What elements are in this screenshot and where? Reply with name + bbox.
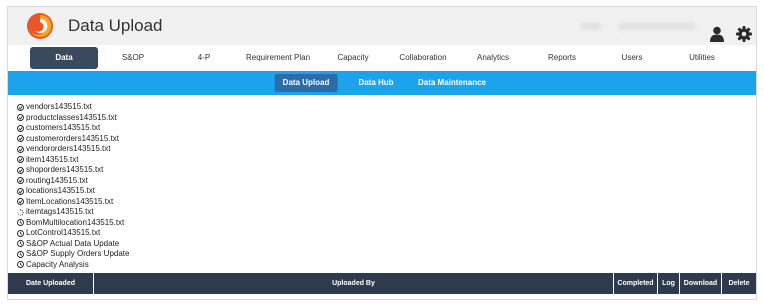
column-delete[interactable]: Delete (722, 273, 756, 294)
spinner-icon (17, 208, 24, 216)
file-name: Capacity Analysis (26, 259, 89, 269)
column-download[interactable]: Download (680, 273, 722, 294)
check-circle-icon (17, 198, 24, 206)
subnav-tab-data-hub[interactable]: Data Hub (358, 74, 393, 92)
file-list-item: vendororders143515.txt (17, 144, 129, 155)
file-name: ItemLocations143515.txt (26, 196, 114, 206)
column-uploaded-by[interactable]: Uploaded By (94, 273, 614, 294)
file-list-item: BomMultilocation143515.txt (17, 218, 129, 229)
redacted-username (618, 23, 696, 30)
check-circle-icon (17, 166, 24, 174)
clock-icon (17, 240, 24, 248)
nav-tab-sop[interactable]: S&OP (122, 47, 144, 69)
clock-icon (17, 219, 24, 227)
uploads-table-header: Date Uploaded Uploaded By Completed Log … (8, 273, 756, 294)
swirl-logo-icon (27, 13, 53, 39)
file-name: productclasses143515.txt (26, 112, 117, 122)
nav-tab-4p[interactable]: 4-P (198, 47, 210, 69)
nav-tab-data[interactable]: Data (30, 47, 98, 69)
page-title: Data Upload (68, 16, 163, 35)
file-list-item: routing143515.txt (17, 176, 129, 187)
file-list-item: productclasses143515.txt (17, 113, 129, 124)
file-name: S&OP Actual Data Update (26, 238, 120, 248)
nav-tab-requirement-plan[interactable]: Requirement Plan (246, 47, 310, 69)
file-list-item: itemtags143515.txt (17, 207, 129, 218)
nav-tab-analytics[interactable]: Analytics (477, 47, 509, 69)
file-name: customers143515.txt (26, 123, 101, 132)
file-list-item: shoporders143515.txt (17, 165, 129, 176)
file-name: BomMultilocation143515.txt (26, 217, 125, 227)
file-list-item: item143515.txt (17, 155, 129, 166)
file-name: customerorders143515.txt (26, 133, 119, 143)
file-list-item: S&OP Actual Data Update (17, 239, 129, 250)
file-name: item143515.txt (26, 154, 79, 164)
clock-icon (17, 250, 24, 258)
sub-nav: Data Upload Data Hub Data Maintenance (8, 71, 756, 95)
subnav-tab-data-upload[interactable]: Data Upload (274, 74, 338, 92)
file-list-item: vendors143515.txt (17, 102, 129, 113)
check-circle-icon (17, 103, 24, 111)
check-circle-icon (17, 177, 24, 185)
clock-icon (17, 229, 24, 237)
file-name: vendors143515.txt (26, 102, 92, 111)
file-list-item: customers143515.txt (17, 123, 129, 134)
file-name: shoporders143515.txt (26, 165, 104, 174)
nav-tab-collaboration[interactable]: Collaboration (399, 47, 446, 69)
user-icon[interactable] (710, 26, 724, 42)
nav-tab-capacity[interactable]: Capacity (337, 47, 368, 69)
file-name: itemtags143515.txt (26, 207, 94, 216)
upload-file-list: vendors143515.txt productclasses143515.tx… (17, 102, 129, 270)
nav-tab-reports[interactable]: Reports (548, 47, 576, 69)
check-circle-icon (17, 135, 24, 143)
file-list-item: customerorders143515.txt (17, 134, 129, 145)
file-name: routing143515.txt (26, 175, 88, 185)
file-list-item: S&OP Supply Orders Update (17, 249, 129, 260)
file-name: LotControl143515.txt (26, 228, 101, 237)
clock-icon (17, 261, 24, 269)
check-circle-icon (17, 114, 24, 122)
subnav-tab-data-maintenance[interactable]: Data Maintenance (418, 74, 486, 92)
file-name: vendororders143515.txt (26, 144, 111, 153)
file-list-item: ItemLocations143515.txt (17, 197, 129, 208)
check-circle-icon (17, 124, 24, 132)
nav-tab-users[interactable]: Users (622, 47, 643, 69)
app-header: Data Upload (8, 7, 756, 45)
check-circle-icon (17, 156, 24, 164)
file-list-item: Capacity Analysis (17, 260, 129, 271)
file-list-item: LotControl143515.txt (17, 228, 129, 239)
check-circle-icon (17, 187, 24, 195)
column-date-uploaded[interactable]: Date Uploaded (8, 273, 94, 294)
redacted-text (580, 23, 602, 30)
file-name: S&OP Supply Orders Update (26, 249, 130, 258)
check-circle-icon (17, 145, 24, 153)
app-window: Data Upload Data S&OP 4-P Requirement Pl… (7, 6, 757, 300)
file-list-item: locations143515.txt (17, 186, 129, 197)
gear-icon[interactable] (736, 26, 752, 42)
file-name: locations143515.txt (26, 186, 95, 195)
column-log[interactable]: Log (658, 273, 680, 294)
nav-tab-utilities[interactable]: Utilities (689, 47, 715, 69)
main-nav: Data S&OP 4-P Requirement Plan Capacity … (8, 45, 756, 71)
column-completed[interactable]: Completed (614, 273, 658, 294)
